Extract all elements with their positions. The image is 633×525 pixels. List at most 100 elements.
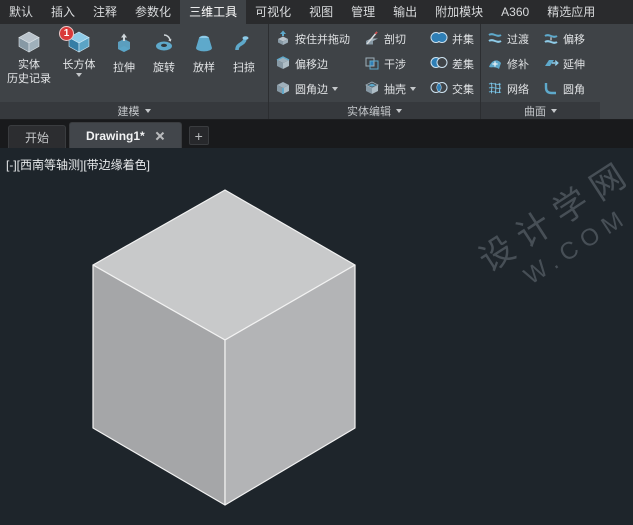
solid-history-button[interactable]: 实体 历史记录 bbox=[4, 26, 54, 102]
fillet-edge-button[interactable]: 圆角边 bbox=[273, 78, 352, 101]
presspull-label: 按住并拖动 bbox=[295, 31, 350, 47]
box-button-label: 长方体 bbox=[63, 59, 96, 72]
union-icon bbox=[430, 31, 448, 47]
slice-icon bbox=[364, 30, 380, 49]
surface-offset-label: 偏移 bbox=[563, 31, 585, 47]
cube-model[interactable] bbox=[0, 148, 633, 525]
menu-tab-3d-tools[interactable]: 三维工具 bbox=[180, 0, 246, 24]
tab-start[interactable]: 开始 bbox=[8, 125, 66, 148]
modeling-panel-title-label: 建模 bbox=[118, 103, 140, 119]
surface-blend-label: 过渡 bbox=[507, 31, 529, 47]
offset-edge-icon bbox=[275, 55, 291, 74]
revolve-button[interactable]: 旋转 bbox=[144, 26, 184, 102]
box-button[interactable]: 1 长方体 bbox=[54, 26, 104, 102]
tab-drawing1[interactable]: Drawing1* bbox=[69, 122, 182, 148]
offset-edge-button[interactable]: 偏移边 bbox=[273, 53, 352, 76]
subtract-label: 差集 bbox=[452, 56, 474, 72]
surface-network-button[interactable]: 网络 bbox=[485, 78, 531, 101]
fillet-edge-icon bbox=[275, 80, 291, 99]
modeling-panel-title[interactable]: 建模 bbox=[0, 102, 268, 119]
shell-button[interactable]: 抽壳 bbox=[362, 78, 418, 101]
solid-editing-panel-title[interactable]: 实体编辑 bbox=[269, 102, 480, 119]
tab-drawing1-label: Drawing1* bbox=[86, 129, 145, 143]
loft-icon bbox=[194, 33, 214, 56]
surface-extend-button[interactable]: 延伸 bbox=[541, 53, 587, 76]
presspull-button[interactable]: 按住并拖动 bbox=[273, 28, 352, 51]
surface-extend-icon bbox=[543, 55, 559, 74]
sweep-icon bbox=[234, 33, 254, 56]
surface-panel-title[interactable]: 曲面 bbox=[481, 102, 600, 119]
solid-history-label-line2: 历史记录 bbox=[7, 73, 51, 86]
surface-offset-icon bbox=[543, 30, 559, 49]
intersect-button[interactable]: 交集 bbox=[428, 78, 476, 101]
chevron-down-icon bbox=[76, 73, 82, 77]
chevron-down-icon bbox=[332, 87, 338, 91]
surface-panel: 过渡 偏移 bbox=[480, 24, 600, 119]
solid-history-icon bbox=[16, 30, 42, 58]
interference-icon bbox=[364, 55, 380, 74]
extrude-icon bbox=[114, 33, 134, 56]
union-label: 并集 bbox=[452, 31, 474, 47]
extrude-button[interactable]: 拉伸 bbox=[104, 26, 144, 102]
menu-tab-annotate[interactable]: 注释 bbox=[84, 0, 126, 24]
fillet-edge-label: 圆角边 bbox=[295, 81, 328, 97]
surface-blend-icon bbox=[487, 30, 503, 49]
menu-tab-default[interactable]: 默认 bbox=[0, 0, 42, 24]
revolve-icon bbox=[154, 33, 174, 56]
surface-panel-title-label: 曲面 bbox=[524, 103, 546, 119]
subtract-button[interactable]: 差集 bbox=[428, 53, 476, 76]
surface-fillet-icon bbox=[543, 80, 559, 99]
loft-label: 放样 bbox=[193, 59, 215, 75]
sweep-button[interactable]: 扫掠 bbox=[224, 26, 264, 102]
extrude-label: 拉伸 bbox=[113, 59, 135, 75]
tab-start-label: 开始 bbox=[25, 129, 49, 146]
surface-offset-button[interactable]: 偏移 bbox=[541, 28, 587, 51]
subtract-icon bbox=[430, 56, 448, 72]
menu-tab-insert[interactable]: 插入 bbox=[42, 0, 84, 24]
menu-tab-visualize[interactable]: 可视化 bbox=[246, 0, 300, 24]
chevron-down-icon bbox=[145, 109, 151, 113]
modeling-panel: 实体 历史记录 1 长方体 bbox=[0, 24, 268, 119]
ribbon: 实体 历史记录 1 长方体 bbox=[0, 24, 633, 120]
union-button[interactable]: 并集 bbox=[428, 28, 476, 51]
sweep-label: 扫掠 bbox=[233, 59, 255, 75]
slice-button[interactable]: 剖切 bbox=[362, 28, 418, 51]
viewport-controls[interactable]: [-][西南等轴测][带边缘着色] bbox=[6, 156, 150, 173]
intersect-label: 交集 bbox=[452, 81, 474, 97]
menu-tab-a360[interactable]: A360 bbox=[492, 0, 538, 24]
menu-tab-parametric[interactable]: 参数化 bbox=[126, 0, 180, 24]
notification-badge: 1 bbox=[59, 26, 74, 41]
surface-fillet-button[interactable]: 圆角 bbox=[541, 78, 587, 101]
menu-tab-view[interactable]: 视图 bbox=[300, 0, 342, 24]
solid-history-label-line1: 实体 bbox=[18, 59, 40, 72]
chevron-down-icon bbox=[551, 109, 557, 113]
solid-editing-panel-title-label: 实体编辑 bbox=[347, 103, 391, 119]
chevron-down-icon bbox=[396, 109, 402, 113]
new-tab-button[interactable]: + bbox=[189, 126, 209, 145]
interference-button[interactable]: 干涉 bbox=[362, 53, 418, 76]
surface-network-label: 网络 bbox=[507, 81, 529, 97]
chevron-down-icon bbox=[410, 87, 416, 91]
viewport[interactable]: [-][西南等轴测][带边缘着色] 设计学网 W.COM bbox=[0, 148, 633, 525]
loft-button[interactable]: 放样 bbox=[184, 26, 224, 102]
close-icon[interactable] bbox=[155, 131, 165, 141]
interference-label: 干涉 bbox=[384, 56, 406, 72]
surface-blend-button[interactable]: 过渡 bbox=[485, 28, 531, 51]
shell-label: 抽壳 bbox=[384, 81, 406, 97]
shell-icon bbox=[364, 80, 380, 99]
drawing-tab-bar: 开始 Drawing1* + bbox=[0, 120, 633, 148]
presspull-icon bbox=[275, 30, 291, 49]
intersect-icon bbox=[430, 81, 448, 97]
surface-network-icon bbox=[487, 80, 503, 99]
surface-fillet-label: 圆角 bbox=[563, 81, 585, 97]
surface-patch-icon bbox=[487, 55, 503, 74]
surface-patch-label: 修补 bbox=[507, 56, 529, 72]
menu-tab-featured-apps[interactable]: 精选应用 bbox=[538, 0, 604, 24]
slice-label: 剖切 bbox=[384, 31, 406, 47]
surface-patch-button[interactable]: 修补 bbox=[485, 53, 531, 76]
menu-tab-output[interactable]: 输出 bbox=[384, 0, 426, 24]
revolve-label: 旋转 bbox=[153, 59, 175, 75]
ribbon-tab-bar: 默认 插入 注释 参数化 三维工具 可视化 视图 管理 输出 附加模块 A360… bbox=[0, 0, 633, 24]
menu-tab-add-ins[interactable]: 附加模块 bbox=[426, 0, 492, 24]
menu-tab-manage[interactable]: 管理 bbox=[342, 0, 384, 24]
